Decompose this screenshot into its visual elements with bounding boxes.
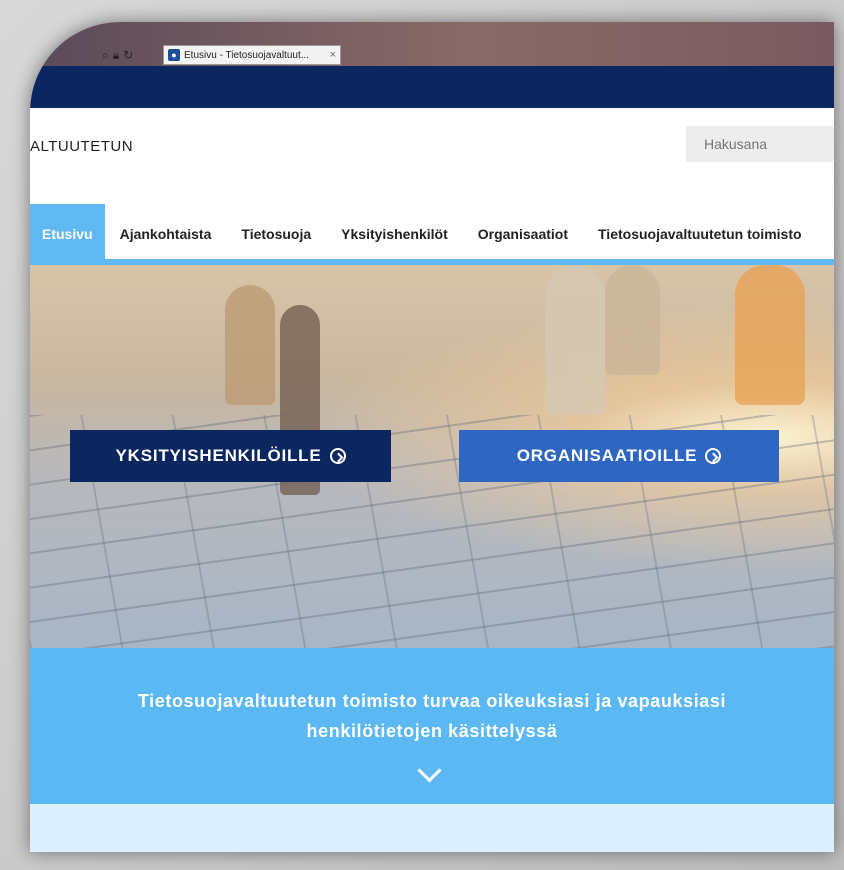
browser-tab[interactable]: ● Etusivu - Tietosuojavaltuut... × <box>163 45 341 65</box>
main-navigation: Etusivu Ajankohtaista Tietosuoja Yksityi… <box>30 204 834 259</box>
hero-image: YKSITYISHENKILÖILLE ORGANISAATIOILLE <box>30 265 834 648</box>
banner-line-1: Tietosuojavaltuutetun toimisto turvaa oi… <box>137 691 727 711</box>
organizations-button-label: ORGANISAATIOILLE <box>516 446 698 465</box>
nav-item-tietosuoja[interactable]: Tietosuoja <box>226 204 326 259</box>
banner-text: Tietosuojavaltuutetun toimisto turvaa oi… <box>30 686 834 746</box>
individuals-button[interactable]: YKSITYISHENKILÖILLE <box>70 430 391 482</box>
top-navy-bar <box>30 66 834 108</box>
organizations-button[interactable]: ORGANISAATIOILLE <box>459 430 779 482</box>
lock-icon: 🔒︎ <box>112 48 120 62</box>
lower-section <box>30 804 834 852</box>
arrow-right-circle-icon <box>705 448 722 464</box>
nav-item-organisaatiot[interactable]: Organisaatiot <box>463 204 583 259</box>
tab-close-icon[interactable]: × <box>330 49 336 61</box>
hero-person <box>605 265 660 375</box>
nav-item-etusivu[interactable]: Etusivu <box>30 204 105 259</box>
hero-person <box>545 265 605 415</box>
hero-person <box>225 285 275 405</box>
tab-title: Etusivu - Tietosuojavaltuut... <box>184 49 310 61</box>
refresh-icon[interactable]: ↻ <box>123 48 133 63</box>
browser-toolbar: ⌕ 🔒︎ ↻ ● Etusivu - Tietosuojavaltuut... … <box>30 22 834 66</box>
browser-screen: ⌕ 🔒︎ ↻ ● Etusivu - Tietosuojavaltuut... … <box>30 22 834 852</box>
site-favicon-icon: ● <box>168 49 180 61</box>
site-logo[interactable]: ALTUUTETUN <box>30 138 133 155</box>
address-tools: ⌕ 🔒︎ ↻ <box>102 48 133 63</box>
search-icon[interactable]: ⌕ <box>102 48 109 63</box>
search-input[interactable] <box>686 126 834 162</box>
nav-item-ajankohtaista[interactable]: Ajankohtaista <box>105 204 227 259</box>
arrow-right-circle-icon <box>329 448 346 464</box>
chevron-down-icon[interactable] <box>417 758 442 783</box>
nav-item-toimisto[interactable]: Tietosuojavaltuutetun toimisto <box>583 204 817 259</box>
individuals-button-label: YKSITYISHENKILÖILLE <box>115 446 322 465</box>
hero-person <box>735 265 805 405</box>
nav-item-yksityishenkilot[interactable]: Yksityishenkilöt <box>326 204 463 259</box>
banner-line-2: henkilötietojen käsittelyssä <box>306 721 558 741</box>
intro-banner: Tietosuojavaltuutetun toimisto turvaa oi… <box>30 648 834 804</box>
